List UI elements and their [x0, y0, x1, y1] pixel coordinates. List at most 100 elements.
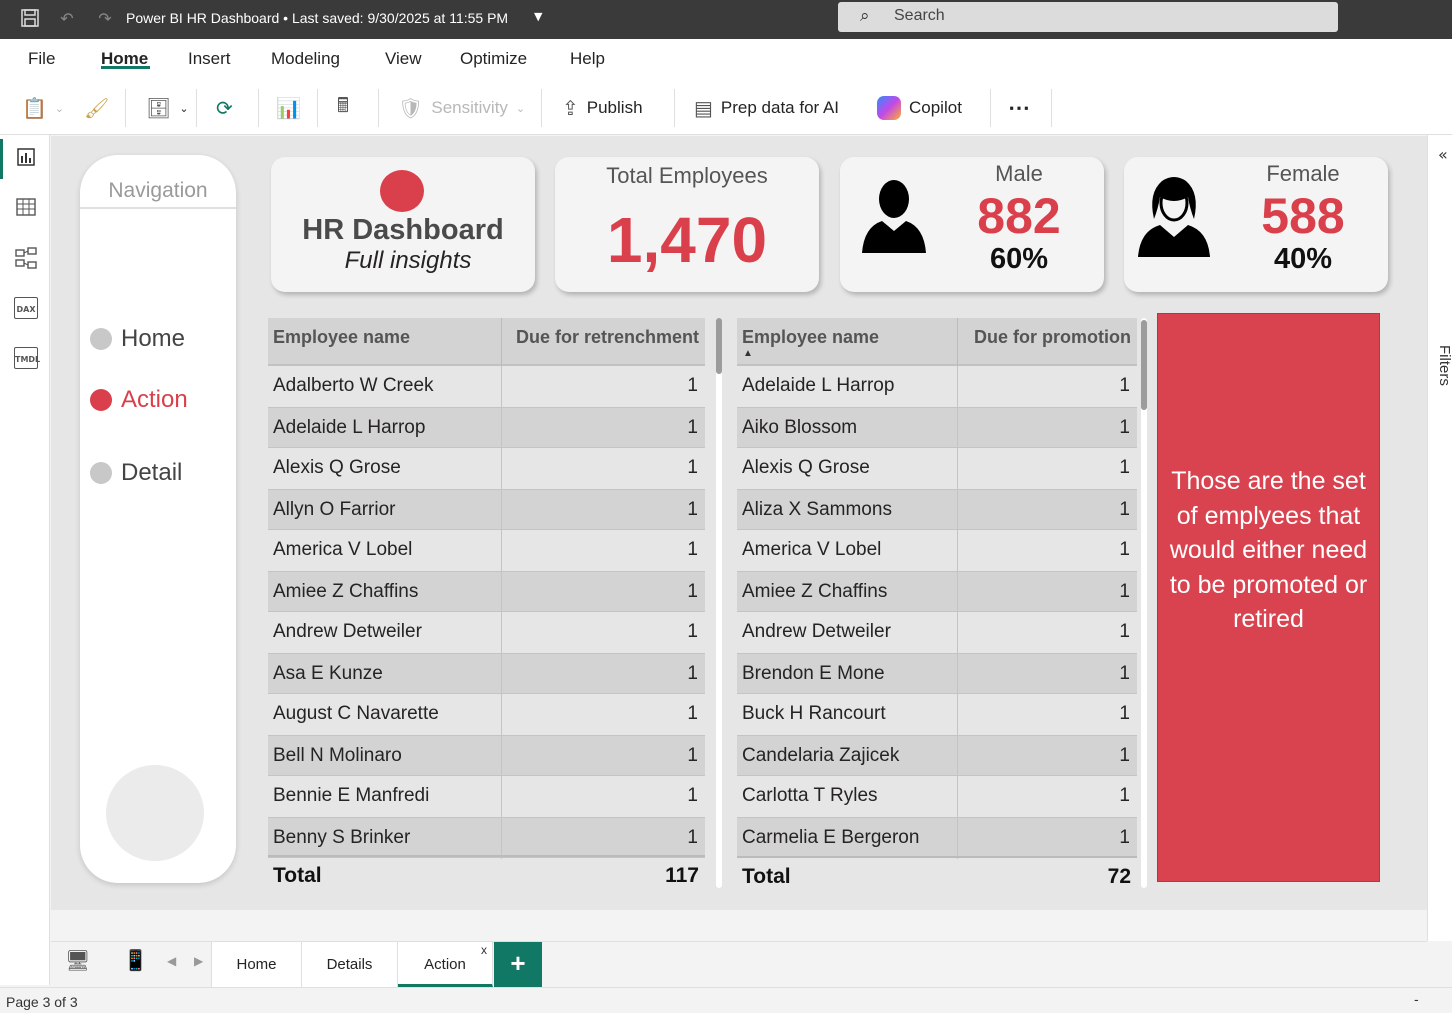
table-row[interactable]: Benny S Brinker 1 [268, 817, 705, 859]
refresh-button[interactable]: ⟳ [216, 93, 233, 123]
table-view-icon[interactable] [14, 197, 38, 221]
table-row[interactable]: Amiee Z Chaffins 1 [268, 571, 705, 613]
column-header-retrenchment[interactable]: Due for retrenchment [516, 327, 699, 348]
table-row[interactable]: Adelaide L Harrop 1 [737, 366, 1137, 407]
total-value: 72 [1107, 865, 1131, 888]
table-row[interactable]: Bennie E Manfredi 1 [268, 776, 705, 817]
male-card: Male 882 60% [840, 157, 1104, 292]
nav-item-home[interactable]: Home [90, 325, 185, 353]
column-header-promotion[interactable]: Due for promotion [974, 327, 1131, 348]
table-row[interactable]: Amiee Z Chaffins 1 [737, 571, 1137, 613]
promotion-table[interactable]: Employee name ▲ Due for promotion Adelai… [737, 318, 1137, 859]
model-view-icon[interactable] [14, 247, 38, 271]
undo-icon[interactable]: ↶ [56, 8, 78, 30]
nav-item-label: Home [121, 325, 186, 352]
quick-measure-button[interactable]: 🖩 [337, 93, 349, 123]
get-data-button[interactable]: 🗄 ⌄ [146, 93, 189, 123]
paste-button[interactable]: 📋 ⌄ [22, 93, 64, 123]
chevron-down-icon: ⌄ [515, 102, 526, 115]
close-tab-icon[interactable]: x [481, 928, 487, 973]
chevron-down-icon[interactable]: ▼ [534, 10, 542, 23]
menu-file[interactable]: File [28, 49, 55, 69]
tmdl-view-icon[interactable]: TMDL [14, 347, 40, 369]
database-icon: 🗄 [146, 97, 172, 120]
zoom-out-button[interactable]: - [1414, 991, 1419, 1007]
sort-ascending-icon[interactable]: ▲ [743, 348, 753, 359]
collapse-left-icon[interactable]: « [1438, 145, 1448, 164]
desktop-view-icon[interactable]: 🖥 [65, 948, 90, 973]
table-row[interactable]: Carmelia E Bergeron 1 [737, 817, 1137, 859]
table-row[interactable]: Adalberto W Creek 1 [268, 366, 705, 407]
table-row[interactable]: Asa E Kunze 1 [268, 653, 705, 695]
table-row[interactable]: Bell N Molinaro 1 [268, 735, 705, 777]
value-cell: 1 [687, 621, 698, 642]
prep-data-ai-button[interactable]: ▤ Prep data for AI [694, 93, 839, 123]
retrenchment-table[interactable]: Employee name Due for retrenchment Adalb… [268, 318, 705, 859]
menu-insert[interactable]: Insert [188, 49, 231, 69]
search-placeholder: Search [894, 7, 945, 24]
prev-page-icon[interactable]: ◀ [167, 954, 176, 968]
mobile-view-icon[interactable]: 📱 [123, 948, 148, 973]
table-row[interactable]: Alexis Q Grose 1 [737, 448, 1137, 489]
column-divider [957, 490, 958, 531]
menu-help[interactable]: Help [570, 49, 605, 69]
promotion-total-row: Total 72 [737, 856, 1137, 890]
search-input[interactable]: ⌕ Search [838, 2, 1338, 32]
column-divider [957, 776, 958, 817]
table-row[interactable]: Allyn O Farrior 1 [268, 489, 705, 531]
column-divider [957, 530, 958, 571]
menu-optimize[interactable]: Optimize [460, 49, 527, 69]
promotion-scrollbar[interactable] [1141, 318, 1147, 888]
column-header-name[interactable]: Employee name [742, 327, 879, 348]
sensitivity-button[interactable]: 🛡 Sensitivity ⌄ [398, 93, 525, 123]
male-value: 882 [977, 188, 1061, 244]
ribbon: 📋 ⌄ 🖌 🗄 ⌄ ⟳ 📊 🖩 🛡 Sensitivity ⌄ ⇪ Publish ▤ Pr… [0, 79, 1452, 135]
filters-label[interactable]: Filters [1436, 345, 1452, 386]
copilot-icon [877, 96, 901, 120]
value-cell: 1 [1119, 663, 1130, 684]
more-options-button[interactable]: ⋯ [1008, 93, 1030, 123]
tab-action[interactable]: Action x [398, 942, 493, 987]
female-value: 588 [1261, 188, 1345, 244]
menu-bar: File Home Insert Modeling View Optimize … [0, 39, 1452, 79]
redo-icon[interactable]: ↷ [94, 8, 116, 30]
value-cell: 1 [687, 827, 698, 848]
chevron-down-icon: ⌄ [179, 102, 189, 115]
add-page-button[interactable]: + [494, 942, 542, 987]
table-row[interactable]: Candelaria Zajicek 1 [737, 735, 1137, 777]
table-row[interactable]: America V Lobel 1 [268, 530, 705, 571]
table-row[interactable]: Adelaide L Harrop 1 [268, 407, 705, 449]
table-row[interactable]: Carlotta T Ryles 1 [737, 776, 1137, 817]
table-row[interactable]: America V Lobel 1 [737, 530, 1137, 571]
nav-item-detail[interactable]: Detail [90, 459, 182, 487]
save-icon[interactable] [19, 8, 41, 30]
table-row[interactable]: Aliza X Sammons 1 [737, 489, 1137, 531]
next-page-icon[interactable]: ▶ [194, 954, 203, 968]
table-row[interactable]: Andrew Detweiler 1 [268, 612, 705, 653]
table-row[interactable]: Buck H Rancourt 1 [737, 694, 1137, 735]
dax-query-icon[interactable]: DAX [14, 297, 38, 319]
scrollbar-thumb[interactable] [1141, 320, 1147, 410]
copilot-button[interactable]: Copilot [877, 93, 962, 123]
table-row[interactable]: Brendon E Mone 1 [737, 653, 1137, 695]
tab-home[interactable]: Home [211, 942, 302, 987]
nav-item-action[interactable]: Action [90, 386, 188, 414]
new-visual-button[interactable]: 📊 [276, 93, 301, 123]
table-header: Employee name Due for retrenchment [268, 318, 705, 366]
scrollbar-thumb[interactable] [716, 318, 722, 374]
tab-details[interactable]: Details [302, 942, 398, 987]
table-row[interactable]: Alexis Q Grose 1 [268, 448, 705, 489]
menu-view[interactable]: View [385, 49, 422, 69]
format-painter-button[interactable]: 🖌 [84, 93, 109, 123]
publish-button[interactable]: ⇪ Publish [562, 93, 643, 123]
table-row[interactable]: Andrew Detweiler 1 [737, 612, 1137, 653]
table-row[interactable]: Aiko Blossom 1 [737, 407, 1137, 449]
table-row[interactable]: August C Navarette 1 [268, 694, 705, 735]
employee-name-cell: Alexis Q Grose [742, 457, 870, 478]
report-view-icon[interactable] [14, 147, 38, 171]
employee-name-cell: America V Lobel [742, 539, 882, 560]
menu-modeling[interactable]: Modeling [271, 49, 340, 69]
retrenchment-scrollbar[interactable] [716, 318, 722, 888]
column-header-name[interactable]: Employee name [273, 327, 410, 348]
filters-pane[interactable]: « Filters [1427, 135, 1452, 941]
